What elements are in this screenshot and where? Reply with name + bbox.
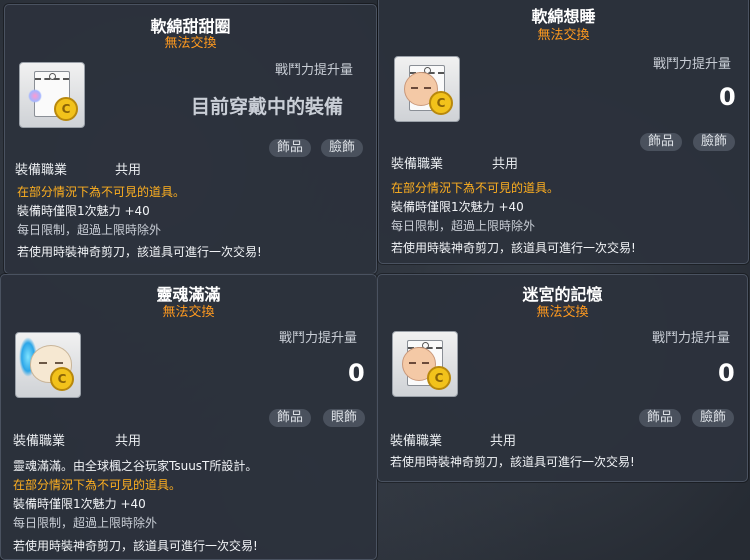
tag-accessory: 飾品 [640, 133, 683, 151]
power-increase-label: 戰鬥力提升量 [653, 57, 732, 72]
job-value: 共用 [115, 434, 142, 449]
scissors-note: 若使用時裝神奇剪刀，該道具可進行一次交易! [390, 455, 635, 469]
daily-limit-line: 每日限制，超過上限時除外 [391, 219, 536, 233]
scissors-note: 若使用時裝神奇剪刀，該道具可進行一次交易! [17, 245, 262, 259]
coin-icon: C [427, 366, 451, 390]
item-icon-frame: C [392, 331, 458, 397]
tag-accessory: 飾品 [639, 409, 682, 427]
scissors-note: 若使用時裝神奇剪刀，該道具可進行一次交易! [13, 539, 258, 553]
donut-sparkle-icon [28, 89, 42, 103]
item-tooltip-card: 軟綿甜甜圈 無法交換 C 戰鬥力提升量 目前穿戴中的裝備 飾品 臉飾 裝備職業 … [4, 4, 377, 274]
tag-eye-accessory: 眼飾 [323, 409, 366, 427]
daily-limit-line: 每日限制，超過上限時除外 [13, 516, 158, 530]
tag-accessory: 飾品 [269, 409, 312, 427]
job-label: 裝備職業 [13, 434, 66, 449]
power-increase-label: 戰鬥力提升量 [652, 331, 731, 346]
untradable-label: 無法交換 [164, 36, 217, 51]
hidden-item-note: 在部分情況下為不可見的道具。 [391, 181, 560, 195]
untradable-label: 無法交換 [162, 305, 215, 320]
untradable-label: 無法交換 [537, 28, 590, 43]
item-icon-frame: C [19, 62, 85, 128]
coin-icon: C [54, 97, 78, 121]
daily-limit-line: 每日限制，超過上限時除外 [17, 223, 162, 237]
job-value: 共用 [115, 163, 142, 178]
power-increase-value: 0 [718, 359, 735, 387]
item-tooltip-card: 軟綿想睡 無法交換 C 戰鬥力提升量 0 飾品 臉飾 裝備職業 共用 在部分情況… [378, 0, 749, 264]
power-increase-value: 0 [348, 359, 365, 387]
coin-icon: C [50, 367, 74, 391]
power-increase-label: 戰鬥力提升量 [275, 63, 354, 78]
job-label: 裝備職業 [390, 434, 443, 449]
hidden-item-note: 在部分情況下為不可見的道具。 [17, 185, 186, 199]
tag-accessory: 飾品 [269, 139, 312, 157]
tag-face-accessory: 臉飾 [693, 133, 736, 151]
item-tooltip-card: 迷宮的記憶 無法交換 C 戰鬥力提升量 0 飾品 臉飾 裝備職業 共用 若使用時… [377, 274, 748, 482]
item-icon-frame: C [15, 332, 81, 398]
scissors-note: 若使用時裝神奇剪刀，該道具可進行一次交易! [391, 241, 636, 255]
currently-equipped-text: 目前穿戴中的裝備 [191, 96, 344, 118]
power-increase-value: 0 [719, 83, 736, 111]
coin-icon: C [429, 91, 453, 115]
power-increase-label: 戰鬥力提升量 [279, 331, 358, 346]
job-label: 裝備職業 [391, 157, 444, 172]
charm-bonus-line: 裝備時僅限1次魅力 +40 [17, 204, 150, 218]
job-value: 共用 [490, 434, 517, 449]
untradable-label: 無法交換 [536, 305, 589, 320]
item-tooltip-card: 靈魂滿滿 無法交換 C 戰鬥力提升量 0 飾品 眼飾 裝備職業 共用 靈魂滿滿。… [0, 274, 377, 560]
charm-bonus-line: 裝備時僅限1次魅力 +40 [13, 497, 146, 511]
hidden-item-note: 在部分情況下為不可見的道具。 [13, 478, 182, 492]
item-description: 靈魂滿滿。由全球楓之谷玩家TsuusT所設計。 [13, 459, 258, 473]
job-label: 裝備職業 [15, 163, 68, 178]
item-icon-frame: C [394, 56, 460, 122]
tag-face-accessory: 臉飾 [692, 409, 735, 427]
job-value: 共用 [492, 157, 519, 172]
tag-face-accessory: 臉飾 [321, 139, 364, 157]
charm-bonus-line: 裝備時僅限1次魅力 +40 [391, 200, 524, 214]
